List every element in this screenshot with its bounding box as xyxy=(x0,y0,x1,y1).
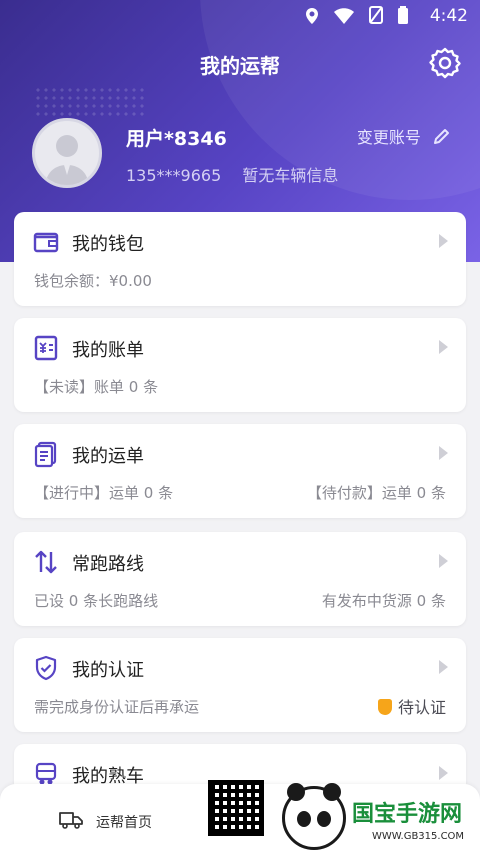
cert-status-label: 待认证 xyxy=(397,698,446,717)
nav-home-label: 运帮首页 xyxy=(96,815,152,831)
no-sim-icon xyxy=(368,6,383,24)
bill-card[interactable]: 我的账单 【未读】账单 0 条 xyxy=(14,318,466,412)
chevron-right-icon xyxy=(439,234,448,248)
pending-shield-icon xyxy=(377,699,392,715)
watermark-url: WWW.GB315.COM xyxy=(372,831,465,842)
wallet-balance: 钱包余额：¥0.00 xyxy=(34,272,152,290)
wallet-title: 我的钱包 xyxy=(72,234,144,255)
settings-button[interactable] xyxy=(428,46,462,80)
chevron-right-icon xyxy=(439,340,448,354)
user-placeholder-icon xyxy=(45,135,89,185)
dot-pattern xyxy=(34,86,144,116)
document-icon xyxy=(34,441,57,468)
pencil-icon xyxy=(434,129,449,144)
cert-status: 待认证 xyxy=(377,694,446,718)
shield-check-icon xyxy=(35,655,57,681)
status-time: 4:42 xyxy=(429,6,468,26)
page-title: 我的运帮 xyxy=(200,54,280,78)
change-account-label: 变更账号 xyxy=(356,128,421,147)
route-title: 常跑路线 xyxy=(72,554,144,575)
route-card[interactable]: 常跑路线 已设 0 条长跑路线 有发布中货源 0 条 xyxy=(14,532,466,626)
waybill-title: 我的运单 xyxy=(72,446,144,467)
gear-icon xyxy=(429,47,461,79)
bill-icon xyxy=(34,335,58,361)
wallet-card[interactable]: 我的钱包 钱包余额：¥0.00 xyxy=(14,212,466,306)
wallet-icon xyxy=(33,232,59,253)
route-cargo-count: 有发布中货源 0 条 xyxy=(321,592,446,610)
delivery-truck-icon xyxy=(59,812,83,829)
avatar[interactable] xyxy=(32,118,102,188)
chevron-right-icon xyxy=(439,766,448,780)
location-icon xyxy=(305,8,318,24)
cert-title: 我的认证 xyxy=(72,660,144,681)
username: 用户*8346 xyxy=(126,128,227,150)
wifi-icon xyxy=(333,8,354,24)
route-count: 已设 0 条长跑路线 xyxy=(34,592,159,610)
swap-arrows-icon xyxy=(35,550,57,574)
panda-ear xyxy=(323,783,341,801)
panda-ear xyxy=(287,783,305,801)
user-contact-line: 135***9665 暂无车辆信息 xyxy=(126,162,338,186)
panda-logo xyxy=(282,783,346,850)
bill-title: 我的账单 xyxy=(72,340,144,361)
certification-card[interactable]: 我的认证 需完成身份认证后再承运 待认证 xyxy=(14,638,466,732)
battery-icon xyxy=(398,6,408,24)
waybill-card[interactable]: 我的运单 【进行中】运单 0 条 【待付款】运单 0 条 xyxy=(14,424,466,518)
bill-unread: 【未读】账单 0 条 xyxy=(34,378,159,396)
chevron-right-icon xyxy=(439,446,448,460)
vehicle-info: 暂无车辆信息 xyxy=(242,166,339,185)
panda-eye xyxy=(317,811,331,827)
panda-eye xyxy=(297,811,311,827)
waybill-in-progress: 【进行中】运单 0 条 xyxy=(34,484,174,502)
change-account-button[interactable]: 变更账号 xyxy=(357,124,450,148)
status-icons xyxy=(305,6,408,28)
qr-code-watermark xyxy=(208,780,264,836)
cert-note: 需完成身份认证后再承运 xyxy=(34,698,200,716)
watermark-brand: 国宝手游网 xyxy=(352,802,463,827)
waybill-pending-payment: 【待付款】运单 0 条 xyxy=(306,484,446,502)
status-bar: 4:42 xyxy=(0,0,480,34)
chevron-right-icon xyxy=(439,660,448,674)
phone-number: 135***9665 xyxy=(126,166,222,185)
chevron-right-icon xyxy=(439,554,448,568)
